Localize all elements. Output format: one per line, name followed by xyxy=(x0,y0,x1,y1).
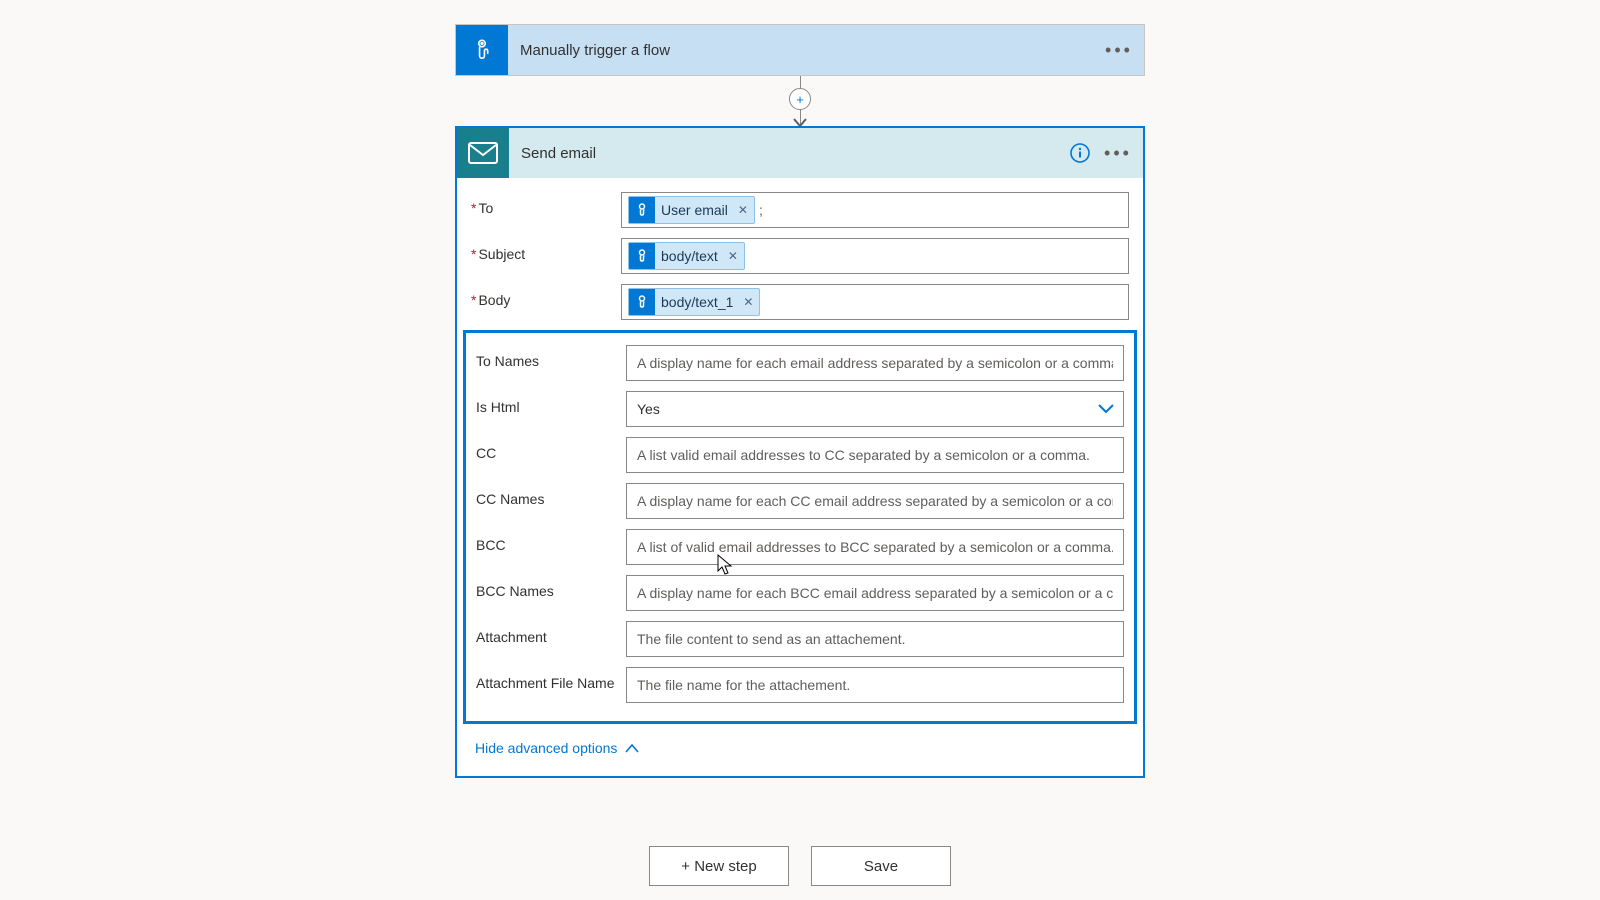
is-html-label: Is Html xyxy=(476,391,626,415)
action-header[interactable]: Send email ••• xyxy=(457,128,1143,178)
cc-names-input[interactable] xyxy=(626,483,1124,519)
token-label: User email xyxy=(661,202,728,218)
chevron-up-icon xyxy=(625,744,639,753)
attachment-input[interactable] xyxy=(626,621,1124,657)
manual-trigger-icon xyxy=(456,25,508,75)
to-names-input[interactable] xyxy=(626,345,1124,381)
info-button[interactable] xyxy=(1065,138,1095,168)
send-email-card: Send email ••• *To xyxy=(455,126,1145,778)
body-label: *Body xyxy=(471,284,621,308)
insert-step-button[interactable]: + xyxy=(789,88,811,110)
bcc-input[interactable] xyxy=(626,529,1124,565)
save-button[interactable]: Save xyxy=(811,846,951,886)
new-step-button[interactable]: + New step xyxy=(649,846,789,886)
hide-advanced-options-button[interactable]: Hide advanced options xyxy=(471,734,643,770)
trigger-card[interactable]: Manually trigger a flow ••• xyxy=(455,24,1145,76)
manual-trigger-icon xyxy=(629,289,655,315)
token-label: body/text xyxy=(661,248,718,264)
subject-input[interactable]: body/text ✕ xyxy=(621,238,1129,274)
token-remove-icon[interactable]: ✕ xyxy=(743,295,753,309)
connector: + xyxy=(455,76,1145,126)
manual-trigger-icon xyxy=(629,243,655,269)
bcc-label: BCC xyxy=(476,529,626,553)
cc-input[interactable] xyxy=(626,437,1124,473)
mail-icon xyxy=(457,128,509,178)
ellipsis-icon: ••• xyxy=(1105,41,1133,59)
trigger-title: Manually trigger a flow xyxy=(508,42,1104,59)
attachment-filename-label: Attachment File Name xyxy=(476,667,626,691)
to-tail-input[interactable] xyxy=(759,202,1122,218)
token-user-email[interactable]: User email ✕ xyxy=(628,196,755,224)
trigger-header[interactable]: Manually trigger a flow ••• xyxy=(456,25,1144,75)
action-more-button[interactable]: ••• xyxy=(1103,138,1133,168)
is-html-select[interactable] xyxy=(626,391,1124,427)
toggle-advanced-label: Hide advanced options xyxy=(475,740,617,756)
cc-label: CC xyxy=(476,437,626,461)
body-input[interactable]: body/text_1 ✕ xyxy=(621,284,1129,320)
token-remove-icon[interactable]: ✕ xyxy=(738,203,748,217)
info-icon xyxy=(1069,142,1091,164)
manual-trigger-icon xyxy=(629,197,655,223)
to-input[interactable]: User email ✕ xyxy=(621,192,1129,228)
to-names-label: To Names xyxy=(476,345,626,369)
subject-label: *Subject xyxy=(471,238,621,262)
ellipsis-icon: ••• xyxy=(1104,144,1132,162)
attachment-label: Attachment xyxy=(476,621,626,645)
token-body-text-1[interactable]: body/text_1 ✕ xyxy=(628,288,760,316)
bcc-names-label: BCC Names xyxy=(476,575,626,599)
cc-names-label: CC Names xyxy=(476,483,626,507)
arrow-down-icon xyxy=(793,118,807,128)
to-label: *To xyxy=(471,192,621,216)
token-remove-icon[interactable]: ✕ xyxy=(728,249,738,263)
advanced-options-block: To Names Is Html CC xyxy=(463,330,1137,724)
token-label: body/text_1 xyxy=(661,294,733,310)
trigger-more-button[interactable]: ••• xyxy=(1104,35,1134,65)
attachment-filename-input[interactable] xyxy=(626,667,1124,703)
footer-buttons: + New step Save xyxy=(649,846,951,886)
action-body: *To User email ✕ *Subject xyxy=(457,178,1143,776)
is-html-value[interactable] xyxy=(626,391,1124,427)
action-title: Send email xyxy=(509,145,1065,162)
token-body-text[interactable]: body/text ✕ xyxy=(628,242,745,270)
bcc-names-input[interactable] xyxy=(626,575,1124,611)
